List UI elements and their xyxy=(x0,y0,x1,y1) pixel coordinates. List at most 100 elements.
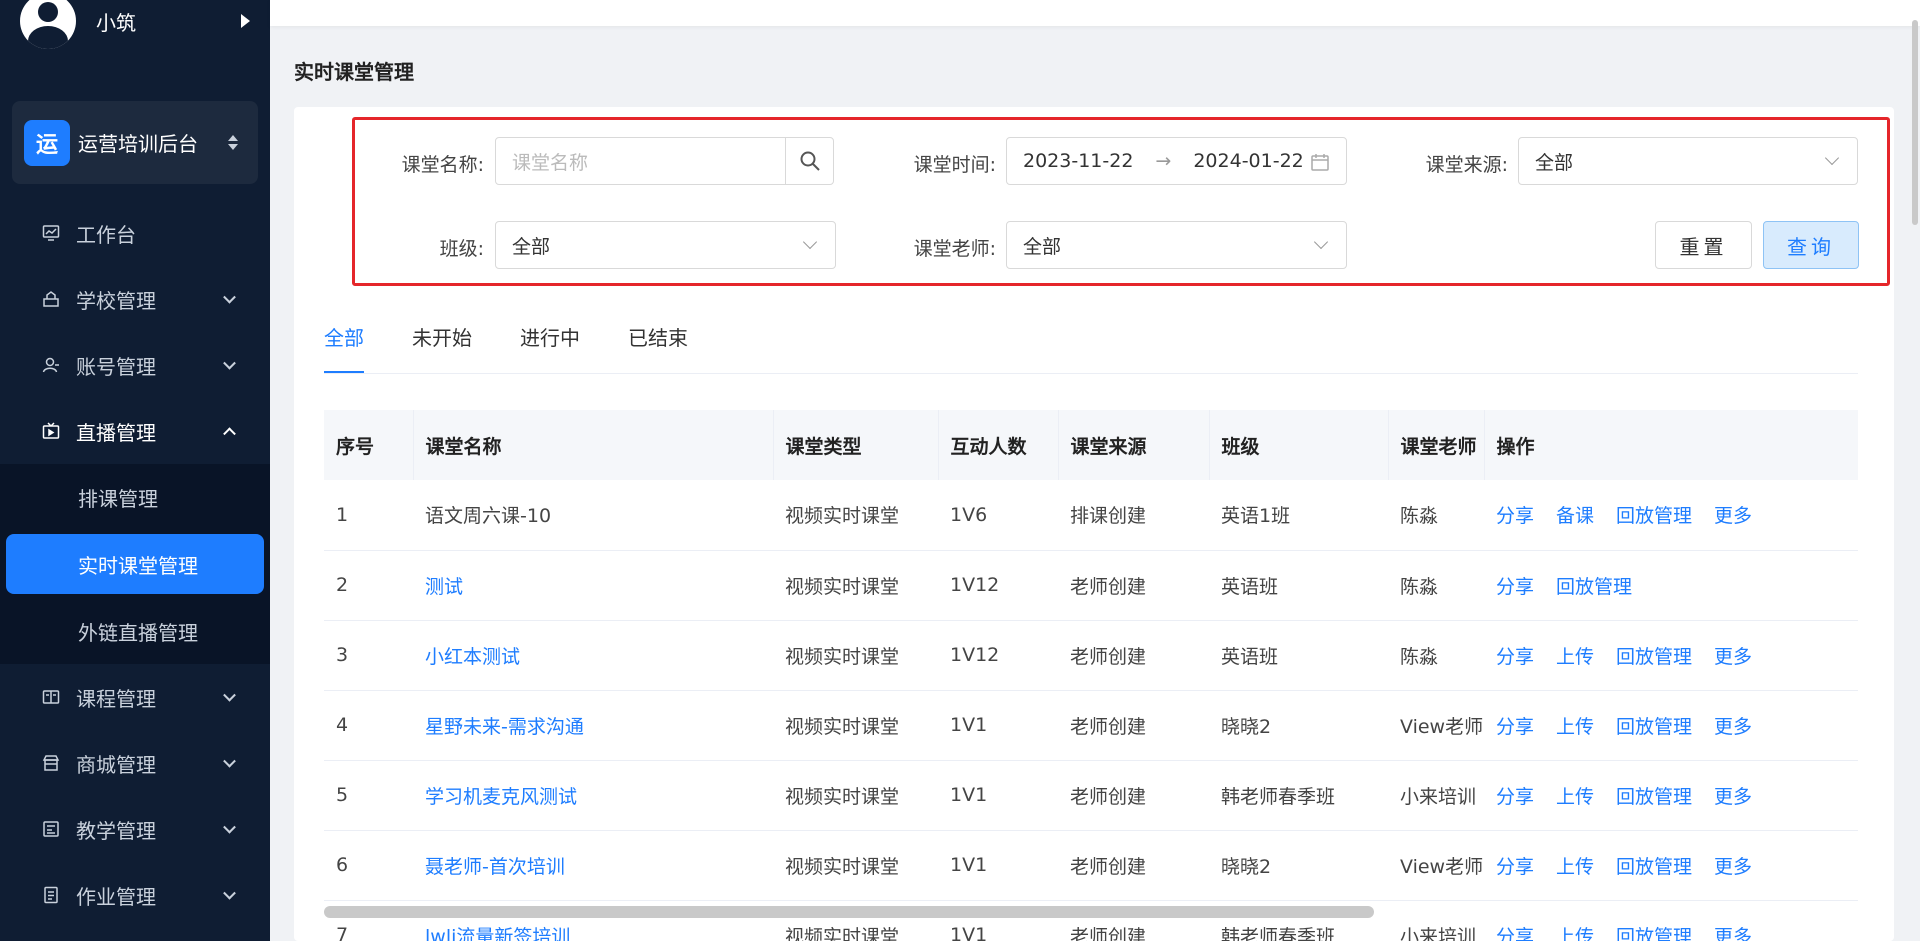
cell-class-name[interactable]: 星野未来-需求沟通 xyxy=(413,690,773,761)
cell-actions: 分享 上传 回放管理 更多 xyxy=(1484,830,1858,901)
action-link[interactable]: 上传 xyxy=(1556,856,1594,878)
action-link[interactable]: 分享 xyxy=(1496,646,1534,668)
sidebar-item-account[interactable]: 账号管理 xyxy=(0,332,270,398)
action-link[interactable]: 更多 xyxy=(1714,716,1752,738)
org-logo: 运 xyxy=(24,119,70,166)
cell-interactive-count: 1V12 xyxy=(938,620,1058,691)
action-link[interactable]: 回放管理 xyxy=(1616,856,1692,878)
search-button[interactable] xyxy=(785,138,833,184)
table-row: 4 星野未来-需求沟通 视频实时课堂 1V1 老师创建 晓晓2 View老师 分享 上传 回放管理… xyxy=(324,690,1858,761)
horizontal-scrollbar[interactable] xyxy=(324,906,1374,918)
action-link[interactable]: 更多 xyxy=(1714,926,1752,941)
action-link[interactable]: 回放管理 xyxy=(1616,786,1692,808)
sidebar-item-dashboard[interactable]: 工作台 xyxy=(0,200,270,266)
sidebar-item-live[interactable]: 直播管理 xyxy=(0,398,270,464)
vertical-scrollbar[interactable] xyxy=(1912,20,1918,225)
cell-actions: 分享 上传 回放管理 更多 xyxy=(1484,760,1858,831)
action-link[interactable]: 分享 xyxy=(1496,856,1534,878)
caret-right-icon[interactable] xyxy=(241,14,250,28)
sidebar-item-realtime-class[interactable]: 实时课堂管理 xyxy=(6,534,264,594)
sidebar-item-schedule[interactable]: 排课管理 xyxy=(0,464,270,530)
cell-no: 3 xyxy=(324,620,413,691)
user-profile[interactable]: 小筑 xyxy=(20,0,260,56)
sidebar-item-homework[interactable]: 作业管理 xyxy=(0,862,270,928)
reset-button[interactable]: 重置 xyxy=(1655,221,1752,269)
action-link[interactable]: 更多 xyxy=(1714,505,1752,527)
action-link[interactable]: 上传 xyxy=(1556,716,1594,738)
action-link[interactable]: 更多 xyxy=(1714,646,1752,668)
tab-not-started[interactable]: 未开始 xyxy=(412,322,472,374)
col-header-class: 班级 xyxy=(1209,410,1389,480)
action-link[interactable]: 分享 xyxy=(1496,576,1534,598)
sidebar-item-label: 工作台 xyxy=(76,222,136,247)
cell-class-name[interactable]: 聂老师-首次培训 xyxy=(413,830,773,901)
cell-interactive-count: 1V6 xyxy=(938,480,1058,551)
action-link[interactable]: 更多 xyxy=(1714,786,1752,808)
action-link[interactable]: 分享 xyxy=(1496,716,1534,738)
tab-in-progress[interactable]: 进行中 xyxy=(520,322,580,374)
sidebar-item-label: 账号管理 xyxy=(76,354,156,379)
table-row: 6 聂老师-首次培训 视频实时课堂 1V1 老师创建 晓晓2 View老师 分享 上传 回放管理更… xyxy=(324,830,1858,901)
cell-class-source: 排课创建 xyxy=(1058,480,1209,551)
action-link[interactable]: 上传 xyxy=(1556,786,1594,808)
class-group-value: 全部 xyxy=(512,235,551,258)
col-header-type: 课堂类型 xyxy=(773,410,939,480)
teach-icon xyxy=(42,820,60,838)
sidebar: 小筑 运 运营培训后台 工作台 学校管理 账号管理 直播管理 排课管理 实时课堂… xyxy=(0,0,270,941)
action-link[interactable]: 分享 xyxy=(1496,786,1534,808)
action-link[interactable]: 备课 xyxy=(1556,505,1594,527)
date-range-picker[interactable]: 2023-11-22 → 2024-01-22 xyxy=(1006,137,1347,185)
table-row: 3 小红本测试 视频实时课堂 1V12 老师创建 英语班 陈淼 分享 上传 回放管理 更多 xyxy=(324,620,1858,691)
date-start: 2023-11-22 xyxy=(1023,150,1134,172)
action-link[interactable]: 回放管理 xyxy=(1616,716,1692,738)
sidebar-item-teaching[interactable]: 教学管理 xyxy=(0,796,270,862)
sidebar-item-shop[interactable]: 商城管理 xyxy=(0,730,270,796)
col-header-actions: 操作 xyxy=(1484,410,1858,480)
cell-class-source: 老师创建 xyxy=(1058,760,1209,831)
action-link[interactable]: 上传 xyxy=(1556,926,1594,941)
cell-class-name[interactable]: 测试 xyxy=(413,550,773,621)
action-link[interactable]: 更多 xyxy=(1714,856,1752,878)
cell-interactive-count: 1V1 xyxy=(938,690,1058,761)
class-source-value: 全部 xyxy=(1535,151,1574,174)
tab-all[interactable]: 全部 xyxy=(324,322,364,374)
cell-class-name[interactable]: 小红本测试 xyxy=(413,620,773,691)
class-time-label: 课堂时间: xyxy=(913,154,996,176)
chevron-down-icon xyxy=(1313,234,1329,250)
table-row: 5 学习机麦克风测试 视频实时课堂 1V1 老师创建 韩老师春季班 小来培训 分享 上传 回放管理… xyxy=(324,760,1858,831)
cell-class-type: 视频实时课堂 xyxy=(773,550,938,621)
sidebar-menu: 工作台 学校管理 账号管理 直播管理 排课管理 实时课堂管理 外链直播管理 课程… xyxy=(0,200,270,928)
cell-class-group: 晓晓2 xyxy=(1209,690,1388,761)
cell-no: 1 xyxy=(324,480,413,551)
cell-actions: 分享 备课 回放管理 更多 xyxy=(1484,480,1858,551)
chevron-down-icon xyxy=(223,356,236,370)
col-header-name: 课堂名称 xyxy=(413,410,774,480)
action-link[interactable]: 分享 xyxy=(1496,505,1534,527)
table-row: 2 测试 视频实时课堂 1V12 老师创建 英语班 陈淼 分享 回放管理 xyxy=(324,550,1858,621)
action-link[interactable]: 分享 xyxy=(1496,926,1534,941)
class-source-select[interactable]: 全部 xyxy=(1518,137,1858,185)
org-switcher[interactable]: 运 运营培训后台 xyxy=(12,101,258,184)
sidebar-item-external-live[interactable]: 外链直播管理 xyxy=(0,598,270,664)
action-link[interactable]: 回放管理 xyxy=(1616,505,1692,527)
class-group-select[interactable]: 全部 xyxy=(495,221,836,269)
action-link[interactable]: 上传 xyxy=(1556,646,1594,668)
live-submenu: 排课管理 实时课堂管理 外链直播管理 xyxy=(0,464,270,664)
action-link[interactable]: 回放管理 xyxy=(1616,646,1692,668)
user-icon xyxy=(42,356,60,374)
cell-class-type: 视频实时课堂 xyxy=(773,760,938,831)
action-link[interactable]: 回放管理 xyxy=(1556,576,1632,598)
class-group-label: 班级: xyxy=(439,238,484,260)
tab-ended[interactable]: 已结束 xyxy=(628,322,688,374)
action-link[interactable]: 回放管理 xyxy=(1616,926,1692,941)
sidebar-item-label: 课程管理 xyxy=(76,686,156,711)
cell-class-group: 英语1班 xyxy=(1209,480,1388,551)
class-name-input[interactable]: 课堂名称 xyxy=(495,137,834,185)
class-teacher-select[interactable]: 全部 xyxy=(1006,221,1347,269)
cell-class-name[interactable]: 学习机麦克风测试 xyxy=(413,760,773,831)
cell-interactive-count: 1V1 xyxy=(938,830,1058,901)
sidebar-item-school[interactable]: 学校管理 xyxy=(0,266,270,332)
sidebar-item-course[interactable]: 课程管理 xyxy=(0,664,270,730)
query-button[interactable]: 查询 xyxy=(1763,221,1859,269)
cell-class-group: 晓晓2 xyxy=(1209,830,1388,901)
